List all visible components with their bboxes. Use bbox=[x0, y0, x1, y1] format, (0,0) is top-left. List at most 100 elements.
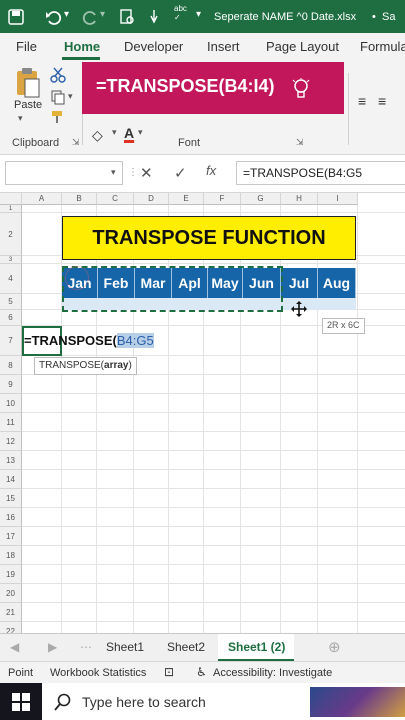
column-header[interactable]: A bbox=[22, 193, 62, 205]
macro-record-icon[interactable]: ⊡ bbox=[164, 665, 174, 679]
spelling-icon[interactable]: abc ✓ bbox=[174, 4, 187, 22]
function-tooltip[interactable]: TRANSPOSE(array) bbox=[34, 357, 137, 375]
format-painter-icon[interactable] bbox=[50, 109, 66, 125]
tab-file[interactable]: File bbox=[16, 39, 37, 54]
redo-icon[interactable] bbox=[82, 8, 100, 26]
copy-icon[interactable] bbox=[50, 89, 66, 105]
tab-home[interactable]: Home bbox=[64, 39, 100, 54]
sheet-tab-3[interactable]: Sheet1 (2) bbox=[228, 640, 285, 654]
formula-bar-area: ▾ ⋮ ✕ ✓ fx =TRANSPOSE(B4:G5 bbox=[0, 155, 405, 193]
formula-input[interactable]: =TRANSPOSE(B4:G5 bbox=[236, 161, 405, 185]
touch-mode-icon[interactable] bbox=[146, 8, 162, 26]
grid-line bbox=[22, 602, 405, 603]
row-header[interactable]: 21 bbox=[0, 603, 22, 622]
insert-function-icon[interactable]: fx bbox=[206, 163, 216, 178]
sheet-tab-1[interactable]: Sheet1 bbox=[106, 640, 144, 654]
row-header[interactable]: 20 bbox=[0, 584, 22, 603]
paste-icon[interactable] bbox=[14, 67, 42, 99]
row-header[interactable]: 19 bbox=[0, 565, 22, 584]
row-header[interactable]: 4 bbox=[0, 264, 22, 294]
tooltip-argument[interactable]: array bbox=[104, 360, 128, 371]
paste-label[interactable]: Paste bbox=[14, 99, 42, 111]
next-sheet-icon[interactable]: ▶ bbox=[48, 640, 57, 654]
column-header[interactable]: C bbox=[97, 193, 134, 205]
copy-dropdown-icon[interactable]: ▾ bbox=[68, 91, 73, 102]
row-header[interactable]: 3 bbox=[0, 256, 22, 264]
column-header[interactable]: E bbox=[169, 193, 204, 205]
row-header[interactable]: 8 bbox=[0, 356, 22, 375]
name-box[interactable] bbox=[5, 161, 123, 185]
formula-callout: =TRANSPOSE(B4:I4) bbox=[82, 62, 344, 114]
print-preview-icon[interactable] bbox=[118, 8, 136, 26]
title-banner[interactable]: TRANSPOSE FUNCTION bbox=[62, 216, 356, 260]
column-header[interactable]: D bbox=[134, 193, 169, 205]
row-header[interactable]: 18 bbox=[0, 546, 22, 565]
font-launcher-icon[interactable]: ⇲ bbox=[296, 137, 304, 148]
fill-color-dropdown-icon[interactable]: ▾ bbox=[112, 127, 117, 138]
enter-icon[interactable]: ✓ bbox=[174, 164, 187, 182]
row-header[interactable]: 14 bbox=[0, 470, 22, 489]
group-divider bbox=[348, 73, 349, 145]
formula-text: =TRANSPOSE(B4:G5 bbox=[243, 166, 363, 180]
grid-line bbox=[22, 621, 405, 622]
font-color-dropdown-icon[interactable]: ▾ bbox=[138, 127, 143, 138]
row-header[interactable]: 2 bbox=[0, 213, 22, 256]
row-header[interactable]: 15 bbox=[0, 489, 22, 508]
accessibility-icon[interactable]: ♿ bbox=[196, 665, 207, 679]
workbook-statistics[interactable]: Workbook Statistics bbox=[50, 667, 146, 679]
grid-line bbox=[22, 488, 405, 489]
column-header[interactable]: B bbox=[62, 193, 97, 205]
title-bar: ▾ ▾ abc ✓ ▾ Seperate NAME ^0 Date.xlsx • … bbox=[0, 0, 405, 33]
cut-icon[interactable] bbox=[50, 67, 66, 83]
font-group-label: Font bbox=[178, 137, 201, 149]
clipboard-launcher-icon[interactable]: ⇲ bbox=[72, 137, 80, 148]
row-header[interactable]: 10 bbox=[0, 394, 22, 413]
row-header[interactable]: 9 bbox=[0, 375, 22, 394]
row-header[interactable]: 13 bbox=[0, 451, 22, 470]
column-header[interactable]: F bbox=[204, 193, 241, 205]
row-header[interactable]: 7 bbox=[0, 326, 22, 356]
prev-sheet-icon[interactable]: ◀ bbox=[10, 640, 19, 654]
sheet-tab-2[interactable]: Sheet2 bbox=[167, 640, 205, 654]
paste-dropdown-icon[interactable]: ▾ bbox=[18, 113, 23, 124]
accessibility-status[interactable]: Accessibility: Investigate bbox=[213, 667, 332, 679]
window-title: Seperate NAME ^0 Date.xlsx bbox=[214, 11, 357, 23]
month-cell[interactable]: Jul bbox=[281, 268, 318, 298]
wrap-text-icon[interactable]: ≡ bbox=[378, 93, 386, 109]
grid-line bbox=[22, 583, 405, 584]
tab-formulas[interactable]: Formula bbox=[360, 39, 405, 54]
select-all-corner[interactable] bbox=[0, 193, 22, 205]
grid-line bbox=[22, 393, 405, 394]
row-header[interactable]: 6 bbox=[0, 310, 22, 326]
alignment-icon[interactable]: ≡ bbox=[358, 93, 366, 109]
windows-start-icon[interactable] bbox=[12, 693, 30, 711]
month-cell[interactable]: Aug bbox=[318, 268, 356, 298]
column-header[interactable]: G bbox=[241, 193, 281, 205]
row-header[interactable]: 1 bbox=[0, 205, 22, 213]
undo-dropdown-icon[interactable]: ▾ bbox=[64, 9, 69, 20]
row-header[interactable]: 16 bbox=[0, 508, 22, 527]
fill-color-icon[interactable]: ◇ bbox=[92, 127, 103, 144]
row-header[interactable]: 11 bbox=[0, 413, 22, 432]
row-header[interactable]: 5 bbox=[0, 294, 22, 310]
column-header[interactable]: H bbox=[281, 193, 318, 205]
qat-customize-icon[interactable]: ▾ bbox=[196, 9, 201, 20]
tab-developer[interactable]: Developer bbox=[124, 39, 183, 54]
name-box-dropdown-icon[interactable]: ▾ bbox=[111, 167, 116, 178]
size-hint-tooltip: 2R x 6C bbox=[322, 318, 365, 334]
add-sheet-icon[interactable]: ⊕ bbox=[328, 638, 341, 656]
more-sheets-icon[interactable]: ⋯ bbox=[80, 640, 92, 654]
taskbar-search-box[interactable]: Type here to search bbox=[42, 683, 405, 720]
tab-insert[interactable]: Insert bbox=[207, 39, 240, 54]
font-color-icon[interactable]: A bbox=[124, 125, 134, 141]
status-mode: Point bbox=[8, 667, 34, 679]
tooltip-function: TRANSPOSE( bbox=[39, 360, 105, 371]
column-header[interactable]: I bbox=[318, 193, 358, 205]
touch-indicator bbox=[65, 266, 89, 290]
row-header[interactable]: 17 bbox=[0, 527, 22, 546]
cancel-icon[interactable]: ✕ bbox=[140, 164, 153, 182]
undo-icon[interactable] bbox=[44, 8, 62, 26]
row-header[interactable]: 12 bbox=[0, 432, 22, 451]
autosave-save-icon[interactable] bbox=[8, 9, 24, 25]
tab-page-layout[interactable]: Page Layout bbox=[266, 39, 339, 54]
